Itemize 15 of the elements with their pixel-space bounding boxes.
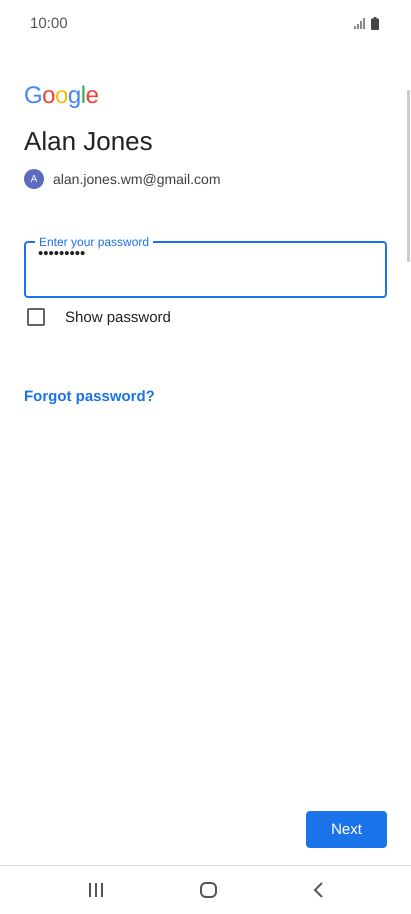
checkbox[interactable] <box>27 308 45 326</box>
next-button[interactable]: Next <box>306 811 387 848</box>
checkbox-label: Show password <box>65 308 171 326</box>
recent-apps-icon[interactable] <box>88 883 104 897</box>
status-time: 10:00 <box>30 14 68 32</box>
battery-icon <box>371 16 379 30</box>
logo: Google <box>24 82 98 110</box>
signal-icon <box>354 18 366 28</box>
back-icon[interactable] <box>313 882 323 898</box>
password-field[interactable]: Enter your password ••••••••• <box>24 235 387 298</box>
account-name: Alan Jones <box>24 126 153 157</box>
avatar: A <box>24 169 44 189</box>
home-icon[interactable] <box>200 882 217 898</box>
account-email: alan.jones.wm@gmail.com <box>53 171 220 187</box>
forgot-password-link[interactable]: Forgot password? <box>24 388 155 405</box>
